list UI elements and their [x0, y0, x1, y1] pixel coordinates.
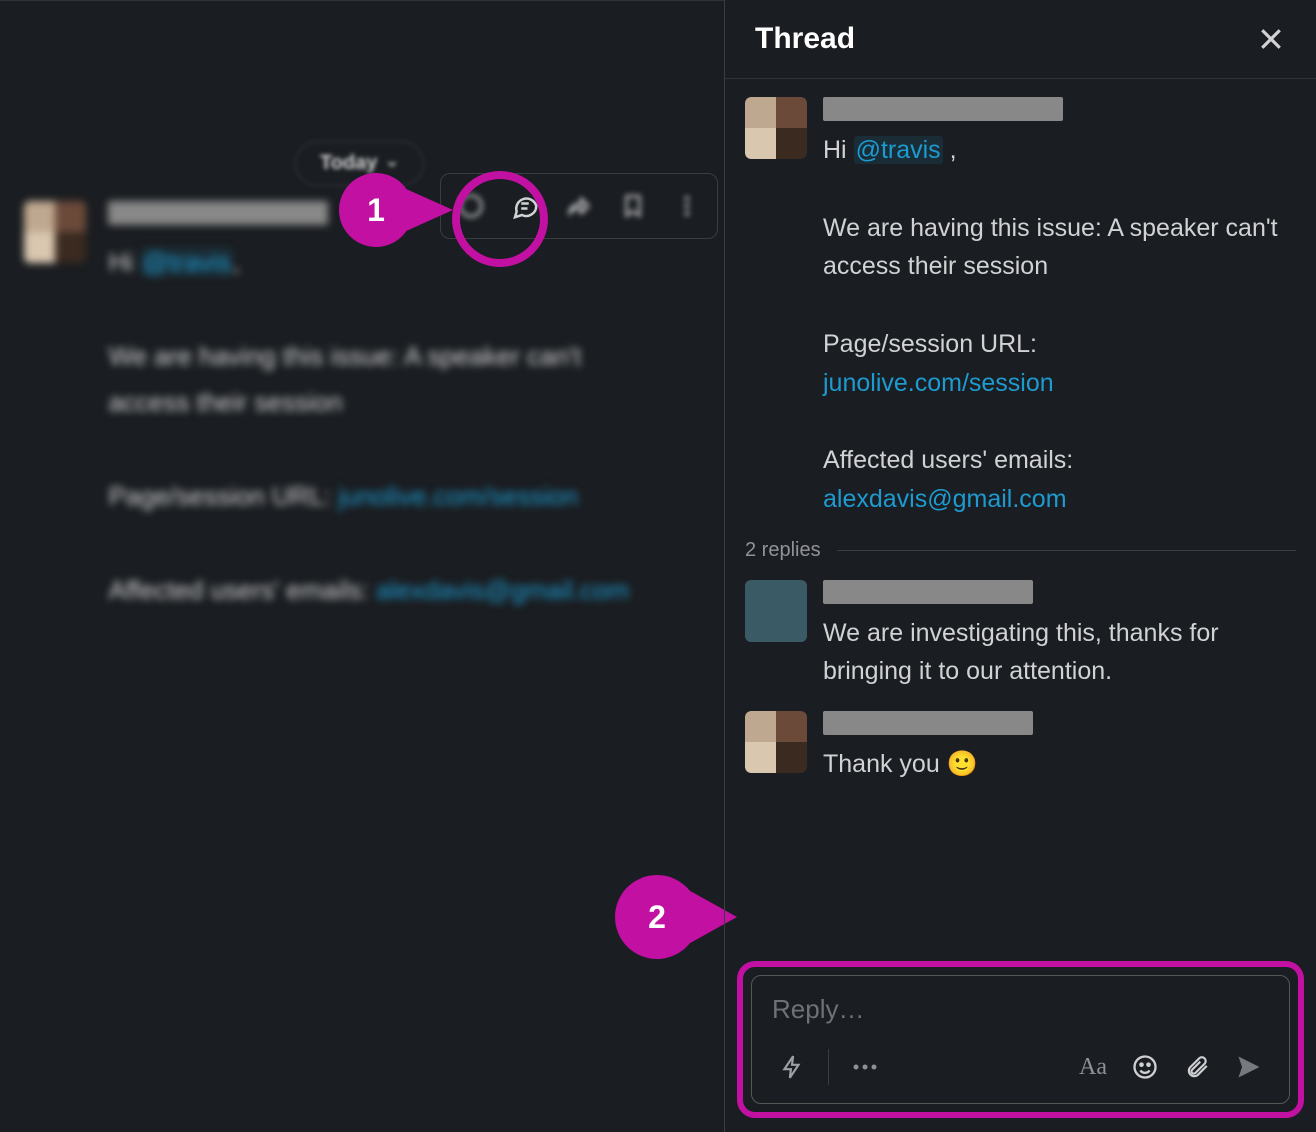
channel-pane: Today	[0, 0, 724, 1132]
avatar	[24, 201, 86, 263]
message-body: Hi @travis, We are having this issue: A …	[108, 201, 668, 613]
replies-separator: 2 replies	[745, 539, 1296, 562]
session-url-link[interactable]: junolive.com/session	[823, 369, 1054, 397]
shortcuts-button[interactable]	[770, 1045, 814, 1089]
reply-composer[interactable]: Reply… Aa	[751, 975, 1290, 1104]
avatar	[745, 580, 807, 642]
avatar	[745, 97, 807, 159]
text: Hi	[108, 247, 140, 277]
reply-input[interactable]: Reply…	[752, 976, 1289, 1035]
reply-box-highlight: Reply… Aa	[737, 961, 1304, 1118]
replies-count: 2 replies	[745, 539, 821, 562]
text: Affected users' emails:	[823, 446, 1073, 474]
message-text: We are investigating this, thanks for br…	[823, 614, 1296, 692]
thread-title: Thread	[755, 22, 855, 56]
reply-placeholder: Reply…	[772, 994, 864, 1024]
mention[interactable]: @travis	[140, 247, 233, 277]
text: ,	[943, 136, 957, 164]
session-url-link[interactable]: junolive.com/session	[338, 481, 578, 511]
channel-topbar	[0, 1, 724, 81]
thread-reply[interactable]: Thank you 🙂	[745, 711, 1296, 784]
thread-body: Hi @travis , We are having this issue: A…	[725, 79, 1316, 961]
date-label: Today	[320, 152, 377, 175]
smile-emoji: 🙂	[947, 750, 978, 778]
channel-message[interactable]: Hi @travis, We are having this issue: A …	[24, 201, 694, 613]
thread-pane: Thread Hi @travis , We are having this i…	[724, 0, 1316, 1132]
separator-line	[837, 550, 1296, 551]
text: We are having this issue: A speaker can'…	[823, 214, 1278, 281]
email-link[interactable]: alexdavis@gmail.com	[823, 485, 1067, 513]
message-text: Thank you 🙂	[823, 745, 1296, 784]
close-thread-button[interactable]	[1256, 24, 1286, 54]
spacer	[895, 1045, 1063, 1089]
more-options-button[interactable]	[843, 1045, 887, 1089]
message-text: Hi @travis , We are having this issue: A…	[823, 131, 1296, 519]
emoji-button[interactable]	[1123, 1045, 1167, 1089]
message-text: Hi @travis, We are having this issue: A …	[108, 239, 668, 613]
attach-button[interactable]	[1175, 1045, 1219, 1089]
date-divider[interactable]: Today	[295, 141, 424, 186]
annotation-2: 2	[619, 879, 737, 955]
mention[interactable]: @travis	[854, 136, 943, 164]
author-name-redacted	[823, 711, 1033, 735]
composer-toolbar: Aa	[752, 1035, 1289, 1103]
chevron-down-icon	[385, 157, 399, 171]
thread-reply[interactable]: We are investigating this, thanks for br…	[745, 580, 1296, 692]
formatting-button[interactable]: Aa	[1071, 1045, 1115, 1089]
email-link[interactable]: alexdavis@gmail.com	[376, 575, 629, 605]
text: Affected users' emails:	[108, 575, 376, 605]
avatar	[745, 711, 807, 773]
thread-original-message[interactable]: Hi @travis , We are having this issue: A…	[745, 97, 1296, 519]
text: Page/session URL:	[823, 330, 1037, 358]
text: Hi	[823, 136, 854, 164]
thread-header: Thread	[725, 0, 1316, 79]
author-name-redacted	[108, 201, 328, 225]
author-name-redacted	[823, 97, 1063, 121]
text: Thank you	[823, 750, 947, 778]
text: We are having this issue: A speaker can'…	[108, 341, 581, 418]
toolbar-divider	[828, 1049, 829, 1085]
text: ,	[233, 247, 240, 277]
app-root: Today	[0, 0, 1316, 1132]
author-name-redacted	[823, 580, 1033, 604]
annotation-number: 2	[619, 879, 695, 955]
send-button[interactable]	[1227, 1045, 1271, 1089]
text: Page/session URL:	[108, 481, 338, 511]
